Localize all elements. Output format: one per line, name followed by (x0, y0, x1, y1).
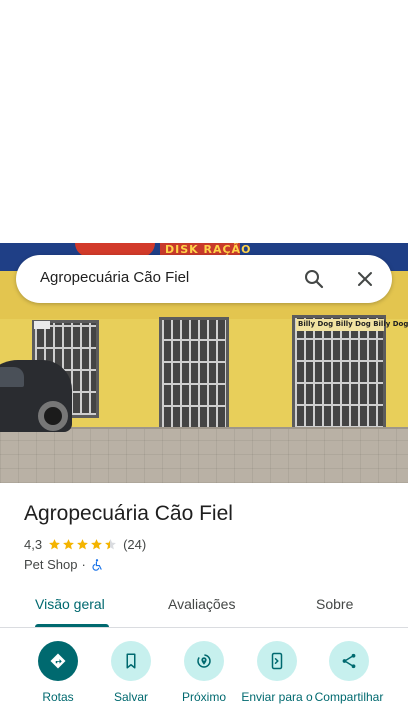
window-sign: Billy Dog Billy Dog Billy Dog (298, 320, 408, 328)
close-icon[interactable] (353, 267, 377, 291)
rating-row[interactable]: 4,3 (24) (24, 536, 146, 552)
tab-about[interactable]: Sobre (316, 596, 353, 612)
tab-overview[interactable]: Visão geral (35, 596, 105, 612)
save-button[interactable]: Salvar (93, 641, 169, 704)
category-label: Pet Shop (24, 557, 78, 572)
save-label: Salvar (113, 690, 148, 704)
directions-icon (50, 653, 66, 669)
search-bar[interactable]: Agropecuária Cão Fiel (16, 255, 392, 303)
directions-button[interactable]: Rotas (20, 641, 96, 704)
review-count: (24) (123, 536, 147, 552)
star-half-icon (105, 538, 116, 549)
nearby-button[interactable]: Próximo (166, 641, 242, 704)
star-rating (48, 538, 117, 551)
send-to-phone-label: Enviar para o (241, 690, 313, 704)
tab-reviews[interactable]: Avaliações (168, 596, 235, 612)
search-icon[interactable] (302, 267, 326, 291)
map-blank-area (0, 0, 408, 243)
star-icon (77, 538, 88, 549)
send-to-phone-icon (271, 652, 283, 670)
directions-label: Rotas (42, 690, 74, 704)
place-title: Agropecuária Cão Fiel (24, 502, 233, 525)
share-icon (342, 653, 356, 669)
star-icon (49, 538, 60, 549)
star-icon (91, 538, 102, 549)
category-row: Pet Shop · (24, 557, 104, 572)
tab-indicator (35, 624, 109, 627)
share-button[interactable]: Compartilhar (311, 641, 387, 704)
star-icon (63, 538, 74, 549)
wheelchair-accessible-icon (92, 558, 102, 571)
share-label: Compartilhar (314, 690, 384, 704)
rating-value: 4,3 (24, 536, 43, 552)
nearby-label: Próximo (181, 690, 226, 704)
tab-bar: Visão geral Avaliações Sobre (0, 585, 408, 628)
send-to-phone-button[interactable]: Enviar para o (239, 641, 315, 704)
separator-dot: · (81, 557, 86, 572)
search-input[interactable]: Agropecuária Cão Fiel (40, 269, 189, 286)
bookmark-icon (126, 653, 136, 669)
nearby-icon (197, 654, 211, 668)
